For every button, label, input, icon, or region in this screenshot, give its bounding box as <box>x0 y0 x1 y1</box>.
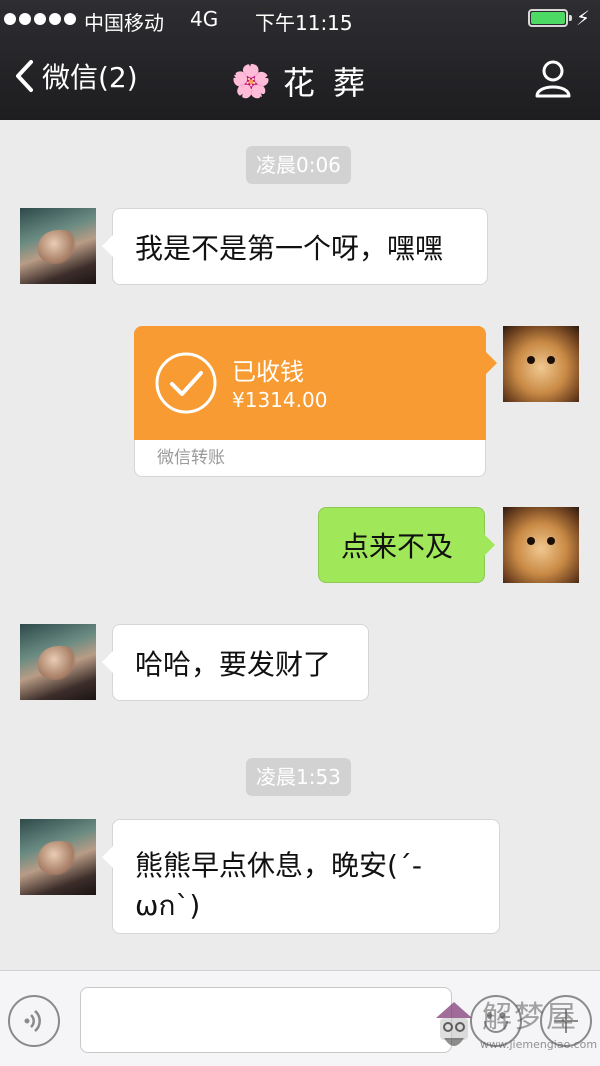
nav-bar: 微信(2) 🌸 花 葬 <box>0 38 600 120</box>
timestamp-label: 凌晨1:53 <box>246 758 351 796</box>
signal-strength-icon <box>4 13 76 25</box>
contact-avatar[interactable] <box>20 624 96 700</box>
contact-avatar[interactable] <box>20 208 96 284</box>
transfer-status: 已收钱 <box>232 358 304 386</box>
watermark: 解梦屋 www.jiemengiao.com <box>432 992 600 1062</box>
status-bar: 中国移动 4G 下午11:15 ⚡ <box>0 0 600 38</box>
voice-icon <box>24 1010 41 1032</box>
transfer-footer: 微信转账 <box>134 440 486 477</box>
transfer-card[interactable]: 已收钱 ¥1314.00 微信转账 <box>134 326 497 477</box>
watermark-logo-icon <box>436 1002 472 1046</box>
timestamp-label: 凌晨0:06 <box>246 146 351 184</box>
chat-title: 🌸 花 葬 <box>0 58 600 104</box>
message-text: 熊熊早点休息，晚安(´-ωก`) <box>135 849 423 922</box>
transfer-amount: ¥1314.00 <box>232 388 328 412</box>
voice-button[interactable] <box>8 995 60 1047</box>
top-bar: 中国移动 4G 下午11:15 ⚡ 微信(2) 🌸 花 葬 <box>0 0 600 120</box>
contact-name: 花 葬 <box>282 64 370 102</box>
battery-icon <box>528 9 572 27</box>
message-text: 点来不及 <box>341 530 454 563</box>
charging-icon: ⚡ <box>576 6 591 30</box>
my-avatar[interactable] <box>503 326 579 402</box>
status-time: 下午11:15 <box>255 11 353 35</box>
person-icon[interactable] <box>534 60 572 98</box>
message-bubble-received[interactable]: 哈哈，要发财了 <box>102 624 369 701</box>
network-type: 4G <box>190 7 219 31</box>
transfer-card-body: 已收钱 ¥1314.00 <box>134 326 497 440</box>
message-bubble-received[interactable]: 熊熊早点休息，晚安(´-ωก`) <box>102 819 500 934</box>
checkmark-circle-icon <box>155 352 217 414</box>
message-text: 哈哈，要发财了 <box>135 647 332 681</box>
carrier-name: 中国移动 <box>84 11 164 35</box>
message-text: 我是不是第一个呀，嘿嘿 <box>135 231 444 265</box>
flower-emoji: 🌸 <box>230 62 275 100</box>
message-input[interactable] <box>80 987 452 1053</box>
contact-avatar[interactable] <box>20 819 96 895</box>
message-bubble-sent[interactable]: 点来不及 <box>318 507 495 583</box>
watermark-text: 解梦屋 <box>482 1000 578 1035</box>
watermark-url: www.jiemengiao.com <box>480 1038 598 1051</box>
my-avatar[interactable] <box>503 507 579 583</box>
message-bubble-received[interactable]: 我是不是第一个呀，嘿嘿 <box>102 208 488 285</box>
